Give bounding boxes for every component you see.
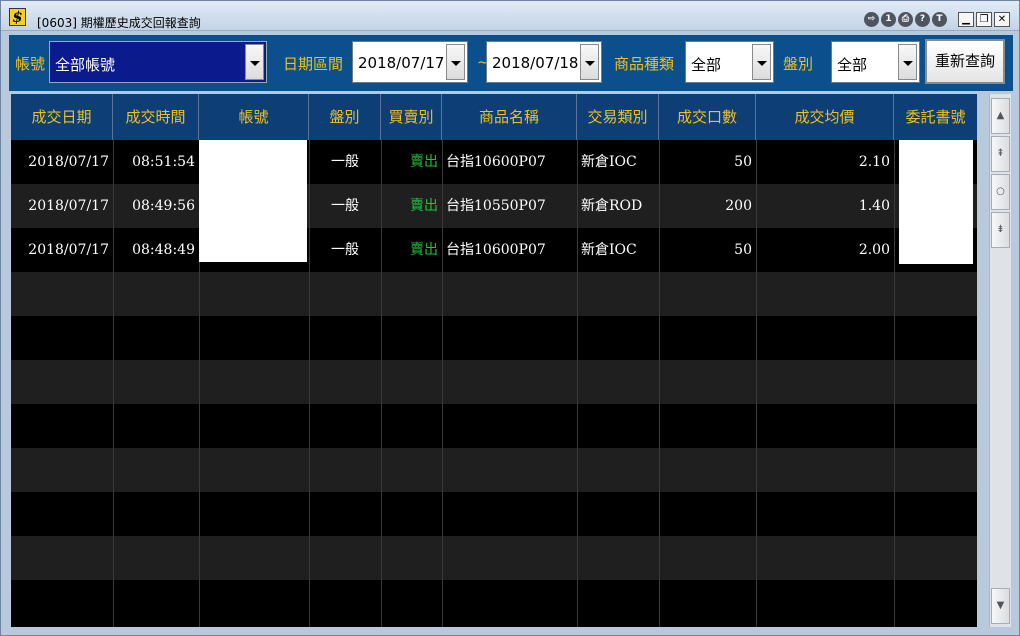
title-button-1[interactable]: 1 bbox=[881, 12, 896, 27]
cell-product: 台指10550P07 bbox=[446, 198, 546, 214]
print-icon[interactable]: ⎙ bbox=[898, 12, 913, 27]
chevron-down-icon[interactable] bbox=[245, 44, 264, 80]
order-no-redaction-mask bbox=[899, 140, 973, 264]
trade-report-table: 成交日期 成交時間 帳號 盤別 買賣別 商品名稱 交易類別 成交口數 成交均價 … bbox=[11, 94, 977, 627]
chevron-down-icon[interactable] bbox=[752, 44, 771, 80]
cell-product: 台指10600P07 bbox=[446, 242, 546, 258]
column-divider bbox=[894, 140, 895, 627]
column-header-quantity[interactable]: 成交口數 bbox=[659, 94, 756, 140]
scroll-up-icon[interactable]: ▲ bbox=[991, 98, 1010, 134]
cell-side: 賣出 bbox=[410, 154, 438, 170]
account-select-value: 全部帳號 bbox=[55, 56, 116, 74]
query-toolbar: 帳號 全部帳號 日期區間 2018/07/17 ~ 2018/07/18 商品種… bbox=[9, 35, 1013, 91]
title-bar: $ [0603] 期權歷史成交回報查詢 ⇨ 1 ⎙ ? T ▁ ❐ ✕ bbox=[1, 1, 1019, 31]
product-type-select[interactable]: 全部 bbox=[685, 41, 774, 83]
minimize-icon[interactable]: ▁ bbox=[958, 12, 974, 27]
cell-trade-date: 2018/07/17 bbox=[28, 242, 109, 258]
help-icon[interactable]: ? bbox=[915, 12, 930, 27]
cell-trade-date: 2018/07/17 bbox=[28, 154, 109, 170]
window-title: [0603] 期權歷史成交回報查詢 bbox=[37, 16, 201, 30]
page-down-icon[interactable]: ⇟ bbox=[991, 212, 1010, 248]
vertical-scrollbar[interactable]: ▲ ⇞ ○ ⇟ ▼ bbox=[989, 94, 1011, 627]
session-value: 全部 bbox=[837, 56, 868, 74]
restore-icon[interactable]: ❐ bbox=[976, 12, 992, 27]
date-range-label: 日期區間 bbox=[283, 55, 344, 73]
cell-trade-time: 08:51:54 bbox=[132, 154, 195, 170]
column-header-product[interactable]: 商品名稱 bbox=[442, 94, 577, 140]
table-row-empty bbox=[11, 448, 977, 492]
cell-session: 一般 bbox=[331, 198, 359, 214]
cell-session: 一般 bbox=[331, 154, 359, 170]
cell-avg-price: 2.00 bbox=[858, 242, 890, 258]
table-row-empty bbox=[11, 272, 977, 316]
share-icon[interactable]: ⇨ bbox=[864, 12, 879, 27]
cell-trade-type: 新倉ROD bbox=[581, 198, 643, 214]
cell-quantity: 50 bbox=[734, 242, 752, 258]
cell-side: 賣出 bbox=[410, 242, 438, 258]
app-logo-icon: $ bbox=[9, 8, 26, 26]
column-header-avg-price[interactable]: 成交均價 bbox=[756, 94, 894, 140]
cell-product: 台指10600P07 bbox=[446, 154, 546, 170]
close-icon[interactable]: ✕ bbox=[994, 12, 1010, 27]
date-to-select[interactable]: 2018/07/18 bbox=[486, 41, 602, 83]
cell-trade-type: 新倉IOC bbox=[581, 154, 637, 170]
session-label: 盤別 bbox=[783, 55, 814, 73]
cell-session: 一般 bbox=[331, 242, 359, 258]
column-header-trade-type[interactable]: 交易類別 bbox=[577, 94, 659, 140]
chevron-down-icon[interactable] bbox=[898, 44, 917, 80]
scroll-down-icon[interactable]: ▼ bbox=[991, 588, 1010, 624]
product-type-value: 全部 bbox=[691, 56, 722, 74]
title-button-t[interactable]: T bbox=[932, 12, 947, 27]
table-row-empty bbox=[11, 316, 977, 360]
date-to-value: 2018/07/18 bbox=[492, 54, 579, 72]
table-row-empty bbox=[11, 404, 977, 448]
table-header: 成交日期 成交時間 帳號 盤別 買賣別 商品名稱 交易類別 成交口數 成交均價 … bbox=[11, 94, 977, 140]
column-header-trade-time[interactable]: 成交時間 bbox=[113, 94, 199, 140]
cell-trade-time: 08:49:56 bbox=[132, 198, 195, 214]
app-window: $ [0603] 期權歷史成交回報查詢 ⇨ 1 ⎙ ? T ▁ ❐ ✕ 帳號 全… bbox=[0, 0, 1020, 636]
scroll-home-icon[interactable]: ○ bbox=[991, 174, 1010, 210]
column-header-account[interactable]: 帳號 bbox=[199, 94, 309, 140]
cell-avg-price: 1.40 bbox=[858, 198, 890, 214]
table-row-empty bbox=[11, 536, 977, 580]
date-from-select[interactable]: 2018/07/17 bbox=[352, 41, 468, 83]
chevron-down-icon[interactable] bbox=[446, 44, 465, 80]
cell-quantity: 200 bbox=[725, 198, 752, 214]
cell-quantity: 50 bbox=[734, 154, 752, 170]
date-from-value: 2018/07/17 bbox=[358, 54, 445, 72]
cell-trade-time: 08:48:49 bbox=[132, 242, 195, 258]
cell-trade-date: 2018/07/17 bbox=[28, 198, 109, 214]
column-header-session[interactable]: 盤別 bbox=[309, 94, 381, 140]
account-redaction-mask bbox=[199, 140, 307, 262]
page-up-icon[interactable]: ⇞ bbox=[991, 136, 1010, 172]
session-select[interactable]: 全部 bbox=[831, 41, 920, 83]
product-type-label: 商品種類 bbox=[614, 55, 675, 73]
chevron-down-icon[interactable] bbox=[580, 44, 599, 80]
cell-side: 賣出 bbox=[410, 198, 438, 214]
table-row-empty bbox=[11, 360, 977, 404]
account-select[interactable]: 全部帳號 bbox=[49, 41, 267, 83]
cell-avg-price: 2.10 bbox=[858, 154, 890, 170]
column-header-order-no[interactable]: 委託書號 bbox=[894, 94, 977, 140]
cell-trade-type: 新倉IOC bbox=[581, 242, 637, 258]
column-header-side[interactable]: 買賣別 bbox=[381, 94, 442, 140]
table-row-empty bbox=[11, 492, 977, 536]
refresh-query-button[interactable]: 重新查詢 bbox=[925, 39, 1005, 84]
account-label: 帳號 bbox=[15, 55, 46, 73]
column-header-trade-date[interactable]: 成交日期 bbox=[11, 94, 113, 140]
table-row-empty bbox=[11, 580, 977, 624]
